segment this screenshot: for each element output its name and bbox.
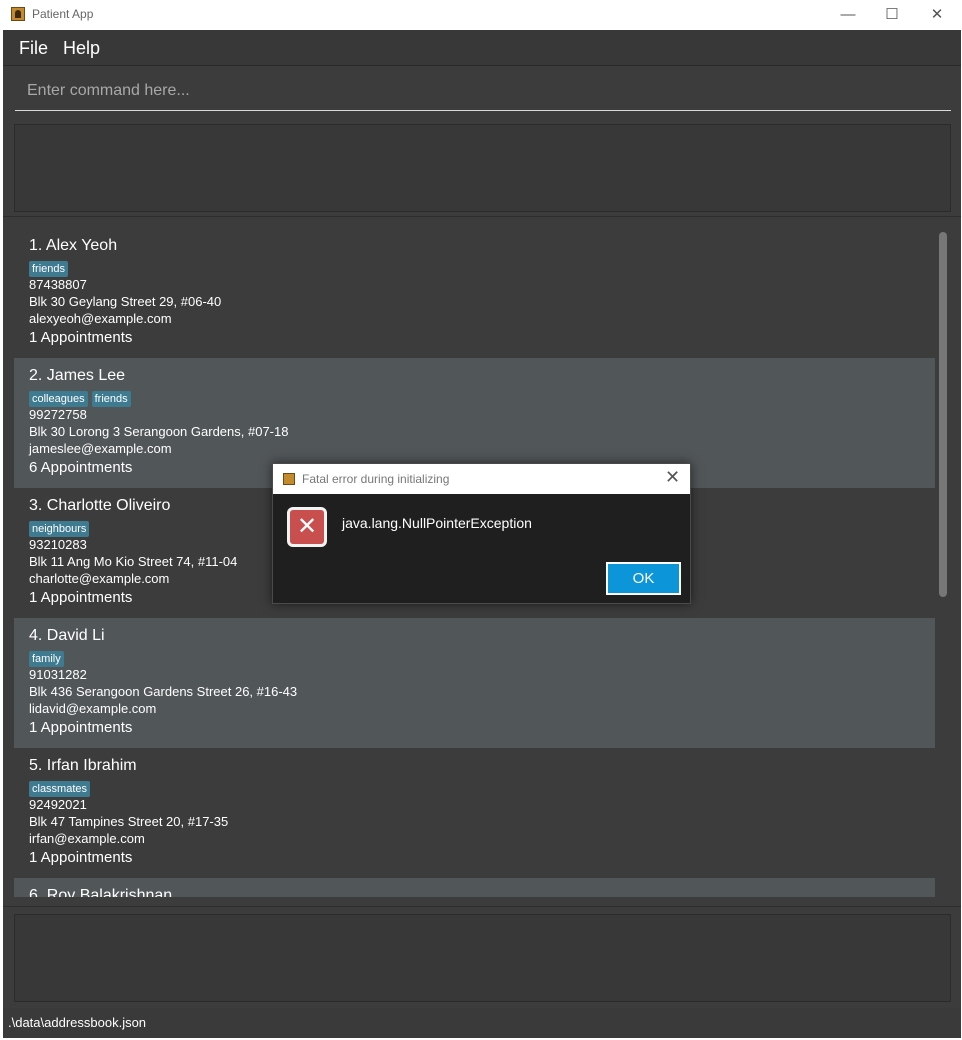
dialog-titlebar: Fatal error during initializing ✕ [273, 464, 690, 494]
close-icon[interactable]: ✕ [914, 0, 960, 30]
tag-list: colleagues friends [29, 389, 135, 407]
maximize-icon[interactable]: ☐ [869, 0, 915, 30]
patient-address: Blk 30 Geylang Street 29, #06-40 [29, 294, 222, 309]
patient-name: 2. James Lee [29, 367, 126, 384]
app-icon [283, 473, 295, 485]
patient-phone: 93210283 [29, 537, 87, 552]
menu-file[interactable]: File [19, 38, 48, 59]
patient-appointments: 1 Appointments [29, 849, 133, 866]
patient-appointments: 1 Appointments [29, 329, 133, 346]
app-icon [11, 7, 25, 21]
patient-phone: 92492021 [29, 797, 87, 812]
patient-card[interactable]: 1. Alex Yeoh friends 87438807 Blk 30 Gey… [14, 228, 935, 358]
command-box [15, 74, 951, 111]
status-bar: .\data\addressbook.json [3, 1008, 961, 1038]
patient-phone: 99272758 [29, 407, 87, 422]
patient-phone: 91031282 [29, 667, 87, 682]
patient-phone: 87438807 [29, 277, 87, 292]
close-icon[interactable]: ✕ [665, 467, 680, 488]
tag: colleagues [29, 391, 88, 407]
patient-card[interactable]: 4. David Li family 91031282 Blk 436 Sera… [14, 618, 935, 748]
patient-name: 3. Charlotte Oliveiro [29, 497, 171, 514]
patient-card[interactable]: 6. Roy Balakrishnan [14, 878, 935, 897]
error-dialog: Fatal error during initializing ✕ ✕ java… [272, 463, 691, 604]
patient-card[interactable]: 5. Irfan Ibrahim classmates 92492021 Blk… [14, 748, 935, 878]
patient-name: 5. Irfan Ibrahim [29, 757, 137, 774]
window-titlebar: Patient App — ☐ ✕ [0, 0, 962, 30]
dialog-title: Fatal error during initializing [302, 472, 450, 486]
tag: friends [29, 261, 69, 277]
ok-button[interactable]: OK [606, 562, 681, 595]
tag-list: classmates [29, 779, 94, 797]
tag: classmates [29, 781, 91, 797]
patient-email: irfan@example.com [29, 831, 145, 846]
tag: neighbours [29, 521, 90, 537]
tag: friends [91, 391, 131, 407]
error-icon: ✕ [287, 507, 327, 547]
window-title: Patient App [32, 7, 94, 21]
menu-help[interactable]: Help [63, 38, 100, 59]
command-input[interactable] [15, 74, 951, 108]
patient-address: Blk 30 Lorong 3 Serangoon Gardens, #07-1… [29, 424, 289, 439]
patient-email: lidavid@example.com [29, 701, 157, 716]
tag-list: family [29, 649, 68, 667]
patient-address: Blk 436 Serangoon Gardens Street 26, #16… [29, 684, 298, 699]
patient-appointments: 1 Appointments [29, 589, 133, 606]
result-display [14, 124, 951, 212]
patient-email: alexyeoh@example.com [29, 311, 172, 326]
bottom-panel [14, 914, 951, 1002]
tag-list: friends [29, 259, 72, 277]
patient-email: jameslee@example.com [29, 441, 172, 456]
patient-address: Blk 47 Tampines Street 20, #17-35 [29, 814, 229, 829]
patient-appointments: 1 Appointments [29, 719, 133, 736]
error-message: java.lang.NullPointerException [342, 515, 532, 531]
minimize-icon[interactable]: — [825, 0, 871, 30]
list-scrollbar[interactable] [939, 232, 947, 597]
patient-name: 1. Alex Yeoh [29, 237, 118, 254]
divider [3, 906, 961, 907]
tag-list: neighbours [29, 519, 93, 537]
patient-name: 6. Roy Balakrishnan [29, 887, 173, 897]
menu-bar: File Help [3, 30, 961, 66]
save-location: .\data\addressbook.json [8, 1015, 147, 1030]
patient-address: Blk 11 Ang Mo Kio Street 74, #11-04 [29, 554, 238, 569]
divider [3, 216, 961, 217]
patient-appointments: 6 Appointments [29, 459, 133, 476]
patient-name: 4. David Li [29, 627, 105, 644]
tag: family [29, 651, 64, 667]
patient-email: charlotte@example.com [29, 571, 170, 586]
